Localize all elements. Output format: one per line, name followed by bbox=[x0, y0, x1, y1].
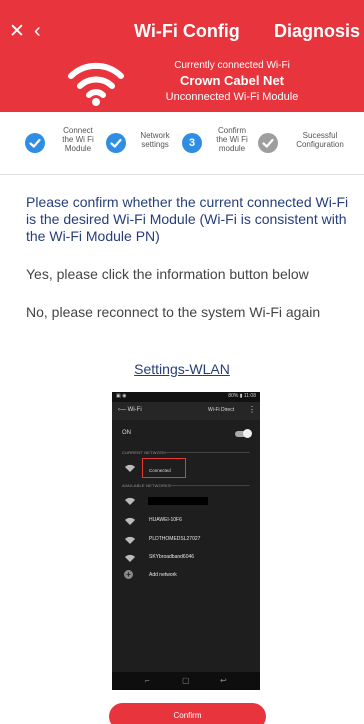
phone-add-network: Add network bbox=[149, 572, 177, 578]
step-3-number: 3 bbox=[182, 133, 202, 153]
phone-wifi-icon bbox=[125, 517, 135, 525]
connected-network-name: Crown Cabel Net bbox=[179, 73, 284, 88]
phone-home-nav-icon: ▢ bbox=[182, 676, 190, 685]
phone-divider bbox=[160, 452, 250, 453]
settings-wlan-link[interactable]: Settings-WLAN bbox=[134, 361, 230, 377]
phone-wifi-title-bar: ‹— Wi-Fi Wi-Fi Direct ⋮ bbox=[112, 402, 260, 420]
phone-recent-nav-icon: ↩ bbox=[220, 676, 227, 685]
phone-wifi-icon bbox=[125, 554, 135, 562]
phone-network-item: PLDTHOMEDSL27027 bbox=[149, 536, 201, 542]
redacted-network-name bbox=[148, 497, 208, 505]
close-icon[interactable]: ✕ bbox=[9, 22, 25, 41]
phone-nav-bar: ⌐ ▢ ↩ bbox=[112, 672, 260, 690]
page-title: Wi-Fi Config bbox=[134, 21, 240, 41]
wifi-status-caption: Currently connected Wi-Fi bbox=[174, 60, 290, 71]
phone-wifi-direct: Wi-Fi Direct bbox=[208, 407, 235, 413]
phone-status-bar: ▣ ◉ 80% ▮ 11:08 bbox=[112, 392, 260, 402]
step-1-label: Connect the Wi Fi Module bbox=[62, 126, 94, 153]
phone-network-item: SKYbroadband6046 bbox=[149, 554, 195, 560]
settings-wlan-link-container: Settings-WLAN bbox=[0, 361, 364, 379]
phone-wifi-icon bbox=[125, 497, 135, 505]
phone-wifi-toggle bbox=[235, 429, 252, 438]
phone-add-icon: + bbox=[124, 570, 133, 579]
phone-on-label: ON bbox=[122, 430, 131, 436]
phone-notification-icons: ▣ ◉ bbox=[116, 393, 127, 399]
phone-back-wifi: ‹— Wi-Fi bbox=[118, 407, 142, 413]
step-4-check-icon bbox=[258, 133, 278, 153]
step-3-label: Confirm the Wi Fi module bbox=[216, 126, 248, 153]
phone-available-networks-label: AVAILABLE NETWORKS bbox=[122, 483, 171, 488]
wlan-settings-example-image: ▣ ◉ 80% ▮ 11:08 ‹— Wi-Fi Wi-Fi Direct ⋮ … bbox=[112, 392, 260, 690]
step-4-label: Sucessful Configuration bbox=[296, 131, 344, 149]
confirm-button[interactable]: Confirm bbox=[109, 703, 266, 724]
instruction-text: Please confirm whether the current conne… bbox=[26, 194, 349, 244]
phone-network-item: HUAWEI-10F6 bbox=[149, 517, 182, 523]
phone-wifi-icon bbox=[125, 536, 135, 544]
phone-wifi-icon bbox=[125, 464, 135, 472]
module-status-text: Unconnected Wi-Fi Module bbox=[165, 91, 299, 103]
no-instruction-text: No, please reconnect to the system Wi-Fi… bbox=[26, 304, 321, 320]
step-2-check-icon bbox=[106, 133, 126, 153]
phone-status-time: 80% ▮ 11:08 bbox=[228, 393, 256, 399]
header-bar: ✕ ‹ Wi-Fi Config Diagnosis Currently con… bbox=[0, 0, 364, 112]
progress-steps: Connect the Wi Fi Module Network settings 3… bbox=[0, 113, 364, 175]
yes-instruction-text: Yes, please click the information button… bbox=[26, 266, 309, 282]
step-2-label: Network settings bbox=[140, 131, 170, 149]
phone-divider bbox=[168, 485, 250, 486]
chevron-left-icon[interactable]: ‹ bbox=[34, 21, 41, 41]
phone-menu-icon: ⋮ bbox=[248, 405, 256, 414]
phone-connected-label: Connected bbox=[149, 468, 171, 473]
diagnosis-button[interactable]: Diagnosis bbox=[274, 20, 360, 42]
phone-back-nav-icon: ⌐ bbox=[145, 676, 150, 685]
wifi-icon bbox=[68, 62, 124, 106]
step-1-check-icon bbox=[25, 133, 45, 153]
